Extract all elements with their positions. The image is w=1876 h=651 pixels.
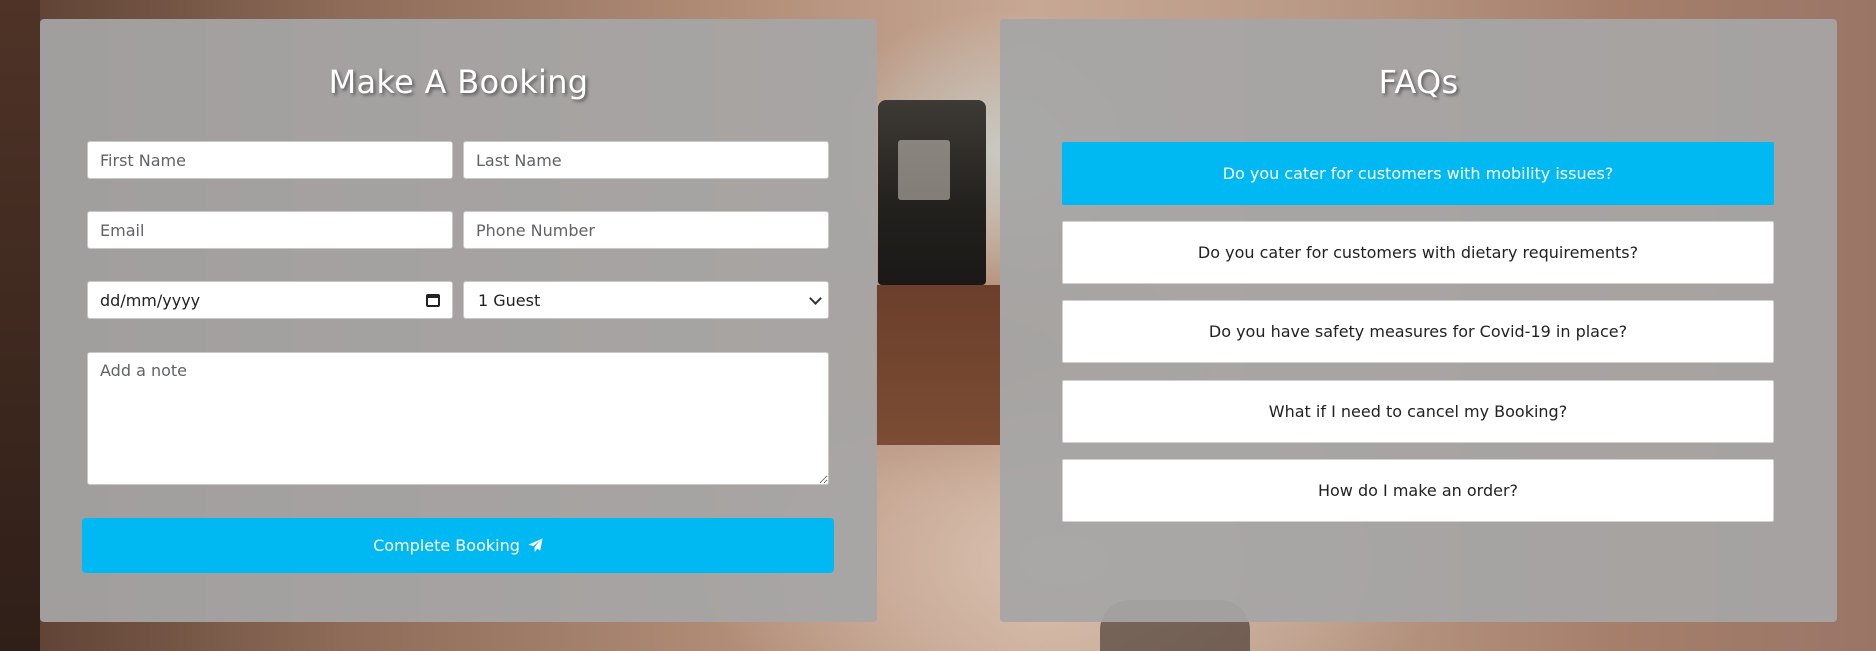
background-photo-edge <box>0 0 40 651</box>
faq-item-dietary[interactable]: Do you cater for customers with dietary … <box>1062 221 1774 284</box>
background-coffee-bag-label <box>898 140 950 200</box>
faq-question: How do I make an order? <box>1317 481 1519 500</box>
complete-booking-button[interactable]: Complete Booking <box>82 518 834 573</box>
faq-question: Do you cater for customers with mobility… <box>1222 164 1614 183</box>
first-name-input[interactable] <box>87 141 453 179</box>
date-input-value: dd/mm/yyyy <box>100 290 201 310</box>
faq-item-cancel[interactable]: What if I need to cancel my Booking? <box>1062 380 1774 443</box>
paper-plane-icon <box>528 538 543 553</box>
booking-panel: Make A Booking dd/mm/yyyy 1 Guest Comple… <box>40 19 877 622</box>
faq-item-order[interactable]: How do I make an order? <box>1062 459 1774 522</box>
booking-title: Make A Booking <box>328 63 589 101</box>
phone-number-input[interactable] <box>463 211 829 249</box>
guests-select-value: 1 Guest <box>478 290 541 310</box>
background-coffee-bag <box>878 100 986 285</box>
chevron-down-icon <box>809 291 822 305</box>
note-textarea[interactable] <box>87 352 829 485</box>
faq-panel: FAQs Do you cater for customers with mob… <box>1000 19 1837 622</box>
complete-booking-label: Complete Booking <box>373 536 520 555</box>
date-input[interactable]: dd/mm/yyyy <box>87 281 453 319</box>
faq-question: Do you have safety measures for Covid-19… <box>1208 322 1628 341</box>
calendar-icon[interactable] <box>426 293 440 307</box>
email-input[interactable] <box>87 211 453 249</box>
last-name-input[interactable] <box>463 141 829 179</box>
background-counter <box>876 285 1000 445</box>
faq-item-mobility[interactable]: Do you cater for customers with mobility… <box>1062 142 1774 205</box>
faq-item-covid[interactable]: Do you have safety measures for Covid-19… <box>1062 300 1774 363</box>
guests-select[interactable]: 1 Guest <box>463 281 829 319</box>
faq-question: What if I need to cancel my Booking? <box>1268 402 1568 421</box>
faq-question: Do you cater for customers with dietary … <box>1197 243 1639 262</box>
faq-title: FAQs <box>1378 63 1459 101</box>
